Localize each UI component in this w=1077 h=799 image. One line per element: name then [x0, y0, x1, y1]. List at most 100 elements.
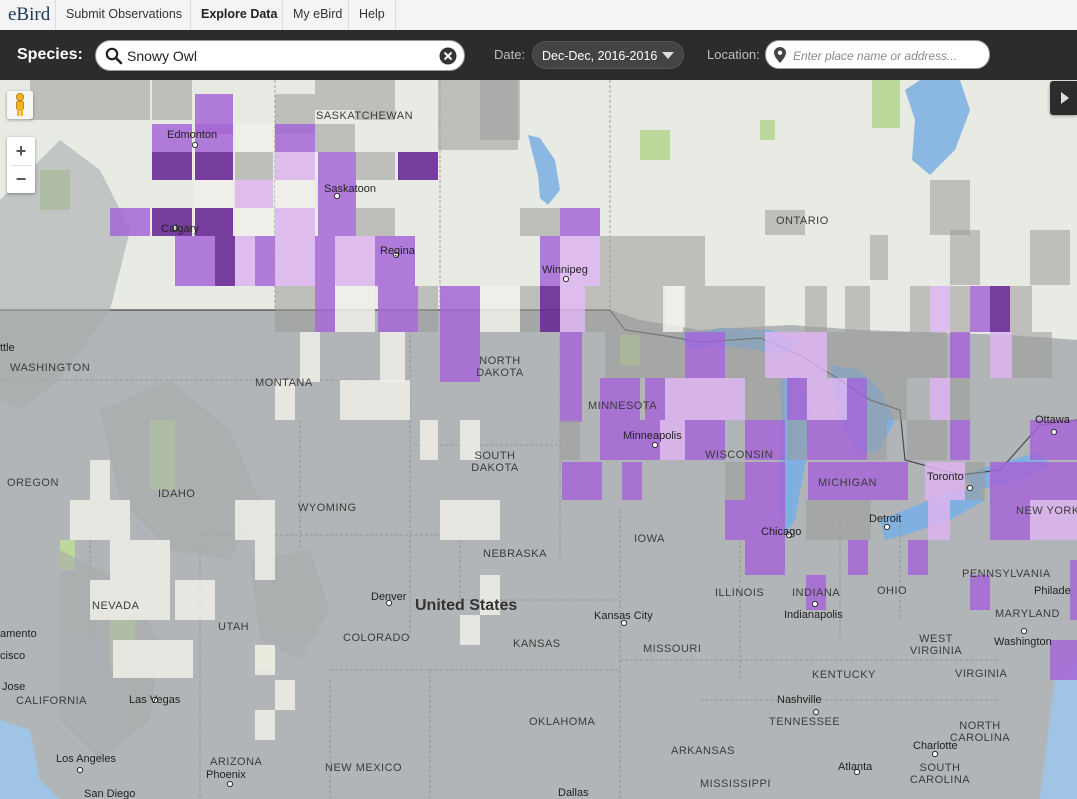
- observation-cell[interactable]: [1030, 230, 1070, 285]
- street-view-pegman[interactable]: [7, 91, 33, 119]
- observation-cell[interactable]: [315, 124, 355, 152]
- nav-submit-observations[interactable]: Submit Observations: [66, 7, 182, 21]
- observation-cell[interactable]: [600, 236, 650, 286]
- observation-cell[interactable]: [318, 208, 356, 236]
- observation-cell[interactable]: [1050, 640, 1077, 680]
- observation-cell[interactable]: [255, 710, 275, 740]
- observation-cell[interactable]: [615, 286, 665, 332]
- observation-cell[interactable]: [235, 124, 273, 152]
- observation-cell[interactable]: [765, 332, 787, 378]
- observation-cell[interactable]: [460, 615, 480, 645]
- observation-cell[interactable]: [335, 286, 375, 332]
- observation-cell[interactable]: [375, 236, 415, 286]
- observation-cell[interactable]: [930, 286, 950, 332]
- observation-cell[interactable]: [650, 236, 705, 286]
- observation-cell[interactable]: [725, 286, 765, 332]
- observation-cell[interactable]: [1010, 286, 1032, 332]
- observation-cell[interactable]: [275, 152, 315, 180]
- observation-cell[interactable]: [870, 235, 888, 280]
- observation-cell[interactable]: [970, 575, 990, 610]
- observation-cell[interactable]: [827, 420, 867, 460]
- legend-toggle-button[interactable]: [1050, 81, 1077, 115]
- observation-cell[interactable]: [90, 460, 110, 500]
- observation-cell[interactable]: [685, 332, 705, 378]
- date-dropdown[interactable]: Dec-Dec, 2016-2016: [532, 41, 684, 69]
- clear-icon[interactable]: [439, 47, 457, 65]
- observation-cell[interactable]: [907, 420, 947, 460]
- observation-cell[interactable]: [645, 332, 685, 378]
- location-field[interactable]: [765, 40, 990, 69]
- observation-cell[interactable]: [847, 378, 867, 420]
- observation-cell[interactable]: [460, 286, 480, 332]
- observation-cell[interactable]: [562, 462, 602, 500]
- observation-cell[interactable]: [725, 462, 745, 500]
- observation-cell[interactable]: [990, 462, 1030, 500]
- observation-cell[interactable]: [335, 236, 375, 286]
- observation-cell[interactable]: [195, 152, 233, 180]
- observation-cell[interactable]: [175, 580, 215, 620]
- observation-cell[interactable]: [355, 152, 395, 180]
- zoom-in-button[interactable]: +: [7, 137, 35, 165]
- observation-cell[interactable]: [807, 378, 847, 420]
- observation-cell[interactable]: [867, 378, 907, 420]
- observation-cell[interactable]: [440, 286, 460, 332]
- observation-cell[interactable]: [930, 180, 970, 235]
- observation-cell[interactable]: [315, 80, 355, 110]
- observation-cell[interactable]: [622, 462, 642, 500]
- observation-cell[interactable]: [990, 286, 1010, 332]
- observation-cell[interactable]: [440, 332, 480, 382]
- observation-cell[interactable]: [235, 236, 255, 286]
- observation-cell[interactable]: [355, 208, 395, 236]
- observation-cell[interactable]: [195, 180, 233, 208]
- zoom-out-button[interactable]: −: [7, 165, 35, 193]
- observation-cell[interactable]: [827, 332, 867, 378]
- observation-cell[interactable]: [1030, 420, 1077, 460]
- nav-explore-data[interactable]: Explore Data: [201, 7, 277, 21]
- observation-cell[interactable]: [867, 332, 907, 378]
- observation-cell[interactable]: [645, 378, 665, 420]
- species-value[interactable]: Snowy Owl: [127, 48, 197, 64]
- observation-cell[interactable]: [255, 645, 275, 675]
- observation-cell[interactable]: [300, 332, 320, 382]
- observation-cell[interactable]: [745, 462, 785, 500]
- observation-cell[interactable]: [620, 378, 640, 420]
- observation-cell[interactable]: [908, 540, 928, 575]
- observation-cell[interactable]: [110, 540, 150, 580]
- location-input[interactable]: [791, 46, 985, 66]
- observation-cell[interactable]: [910, 286, 930, 332]
- observation-cell[interactable]: [275, 124, 315, 152]
- observation-cell[interactable]: [110, 208, 150, 236]
- observation-cell[interactable]: [806, 500, 846, 540]
- observation-cell[interactable]: [195, 236, 215, 286]
- observation-cell[interactable]: [745, 540, 785, 575]
- observation-cell[interactable]: [665, 378, 705, 420]
- observation-cell[interactable]: [848, 540, 868, 575]
- observation-cell[interactable]: [705, 332, 725, 378]
- observation-cell[interactable]: [970, 286, 990, 332]
- observation-cell[interactable]: [150, 540, 170, 580]
- observation-cell[interactable]: [398, 152, 438, 180]
- observation-cell[interactable]: [340, 380, 410, 420]
- observation-cell[interactable]: [907, 332, 947, 378]
- observation-cell[interactable]: [380, 332, 405, 382]
- observation-cell[interactable]: [787, 332, 827, 378]
- observation-cell[interactable]: [560, 208, 600, 236]
- observation-cell[interactable]: [110, 80, 150, 120]
- observation-cell[interactable]: [888, 462, 908, 500]
- observation-cell[interactable]: [255, 236, 275, 286]
- observation-cell[interactable]: [685, 286, 725, 332]
- observation-cell[interactable]: [600, 378, 620, 420]
- observation-cell[interactable]: [520, 208, 560, 236]
- observation-cell[interactable]: [520, 286, 540, 332]
- observation-cell[interactable]: [378, 286, 418, 332]
- observation-cell[interactable]: [560, 420, 580, 460]
- observation-cell[interactable]: [235, 180, 273, 208]
- observation-cell[interactable]: [235, 500, 275, 540]
- observation-cell[interactable]: [725, 332, 765, 378]
- observation-cell[interactable]: [70, 500, 130, 540]
- observation-cell[interactable]: [235, 152, 273, 180]
- observation-cell[interactable]: [275, 208, 315, 236]
- observation-cell[interactable]: [275, 180, 315, 208]
- observation-cell[interactable]: [705, 378, 745, 420]
- observation-cell[interactable]: [807, 420, 827, 460]
